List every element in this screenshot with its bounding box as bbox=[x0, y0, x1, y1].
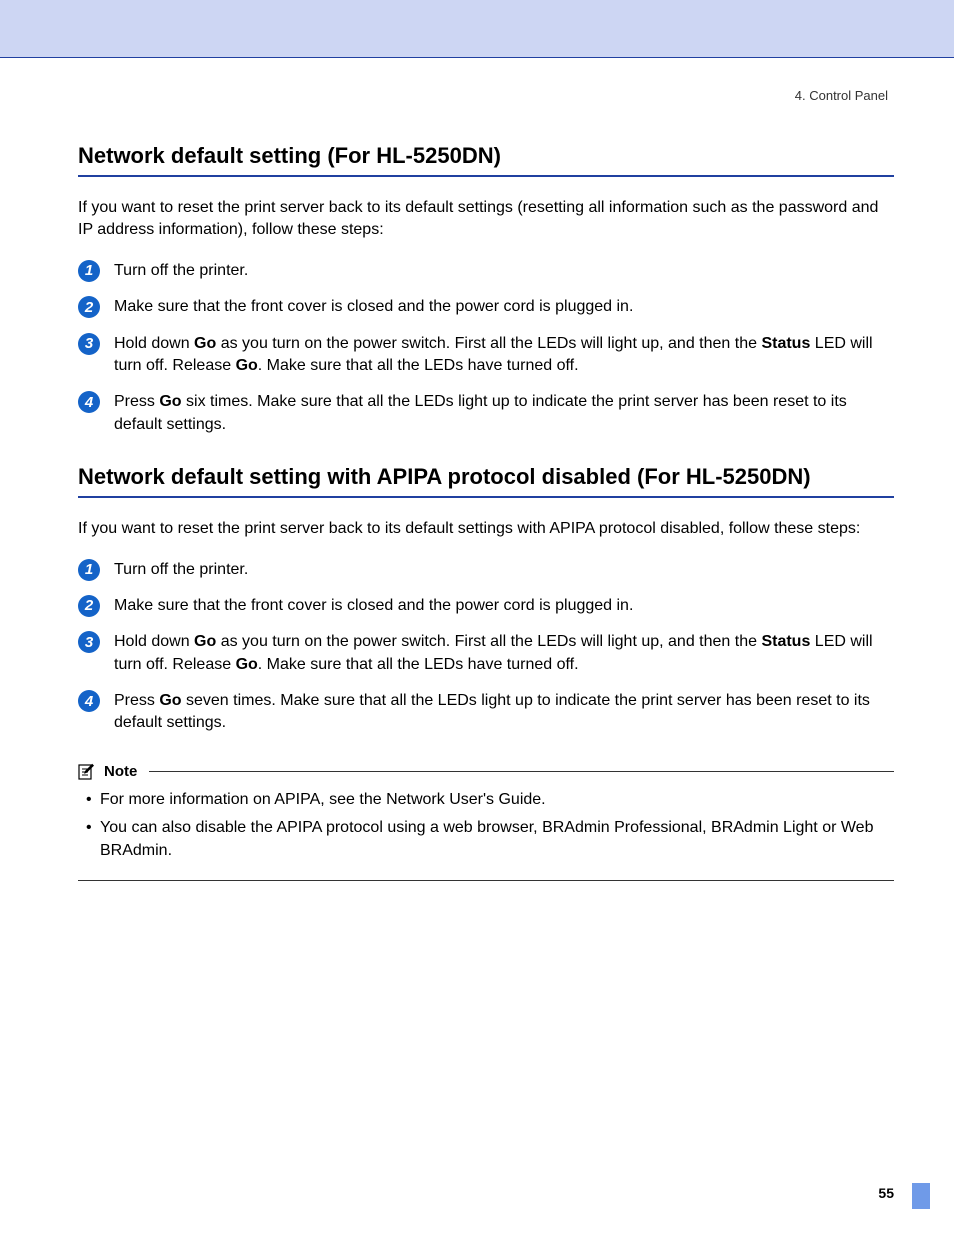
page-number: 55 bbox=[878, 1185, 894, 1201]
section1-intro: If you want to reset the print server ba… bbox=[78, 197, 894, 242]
footer-accent bbox=[912, 1183, 930, 1209]
step-text: Press Go seven times. Make sure that all… bbox=[114, 690, 894, 735]
note-block: Note For more information on APIPA, see … bbox=[78, 763, 894, 881]
step-text: Make sure that the front cover is closed… bbox=[114, 296, 894, 318]
section1-steps: 1 Turn off the printer. 2 Make sure that th… bbox=[78, 260, 894, 436]
step-item: 1 Turn off the printer. bbox=[78, 559, 894, 581]
section2-steps: 1 Turn off the printer. 2 Make sure that th… bbox=[78, 559, 894, 735]
step-item: 4 Press Go seven times. Make sure that al… bbox=[78, 690, 894, 735]
header-band bbox=[0, 0, 954, 58]
section2-intro: If you want to reset the print server ba… bbox=[78, 518, 894, 540]
step-item: 3 Hold down Go as you turn on the power s… bbox=[78, 333, 894, 378]
step-item: 4 Press Go six times. Make sure that all … bbox=[78, 391, 894, 436]
section1-heading: Network default setting (For HL-5250DN) bbox=[78, 143, 894, 177]
step-item: 2 Make sure that the front cover is close… bbox=[78, 595, 894, 617]
step-number-bullet: 4 bbox=[78, 690, 100, 712]
step-number-bullet: 2 bbox=[78, 296, 100, 318]
step-text: Turn off the printer. bbox=[114, 260, 894, 282]
step-number-bullet: 3 bbox=[78, 333, 100, 355]
page-footer: 55 bbox=[878, 1185, 894, 1201]
page-content: 4. Control Panel Network default setting… bbox=[0, 58, 954, 881]
section2-heading: Network default setting with APIPA proto… bbox=[78, 464, 894, 498]
step-number-bullet: 4 bbox=[78, 391, 100, 413]
chapter-reference: 4. Control Panel bbox=[78, 88, 894, 103]
step-number-bullet: 3 bbox=[78, 631, 100, 653]
note-item: For more information on APIPA, see the N… bbox=[78, 789, 894, 811]
note-pencil-icon bbox=[78, 763, 98, 781]
step-text: Press Go six times. Make sure that all t… bbox=[114, 391, 894, 436]
step-number-bullet: 2 bbox=[78, 595, 100, 617]
note-header: Note bbox=[78, 763, 894, 781]
step-text: Turn off the printer. bbox=[114, 559, 894, 581]
step-text: Make sure that the front cover is closed… bbox=[114, 595, 894, 617]
note-label: Note bbox=[104, 763, 137, 780]
note-item: You can also disable the APIPA protocol … bbox=[78, 817, 894, 862]
step-text: Hold down Go as you turn on the power sw… bbox=[114, 631, 894, 676]
step-number-bullet: 1 bbox=[78, 559, 100, 581]
step-item: 2 Make sure that the front cover is close… bbox=[78, 296, 894, 318]
step-item: 1 Turn off the printer. bbox=[78, 260, 894, 282]
step-text: Hold down Go as you turn on the power sw… bbox=[114, 333, 894, 378]
step-item: 3 Hold down Go as you turn on the power s… bbox=[78, 631, 894, 676]
note-rule bbox=[149, 771, 894, 772]
step-number-bullet: 1 bbox=[78, 260, 100, 282]
note-list: For more information on APIPA, see the N… bbox=[78, 789, 894, 862]
